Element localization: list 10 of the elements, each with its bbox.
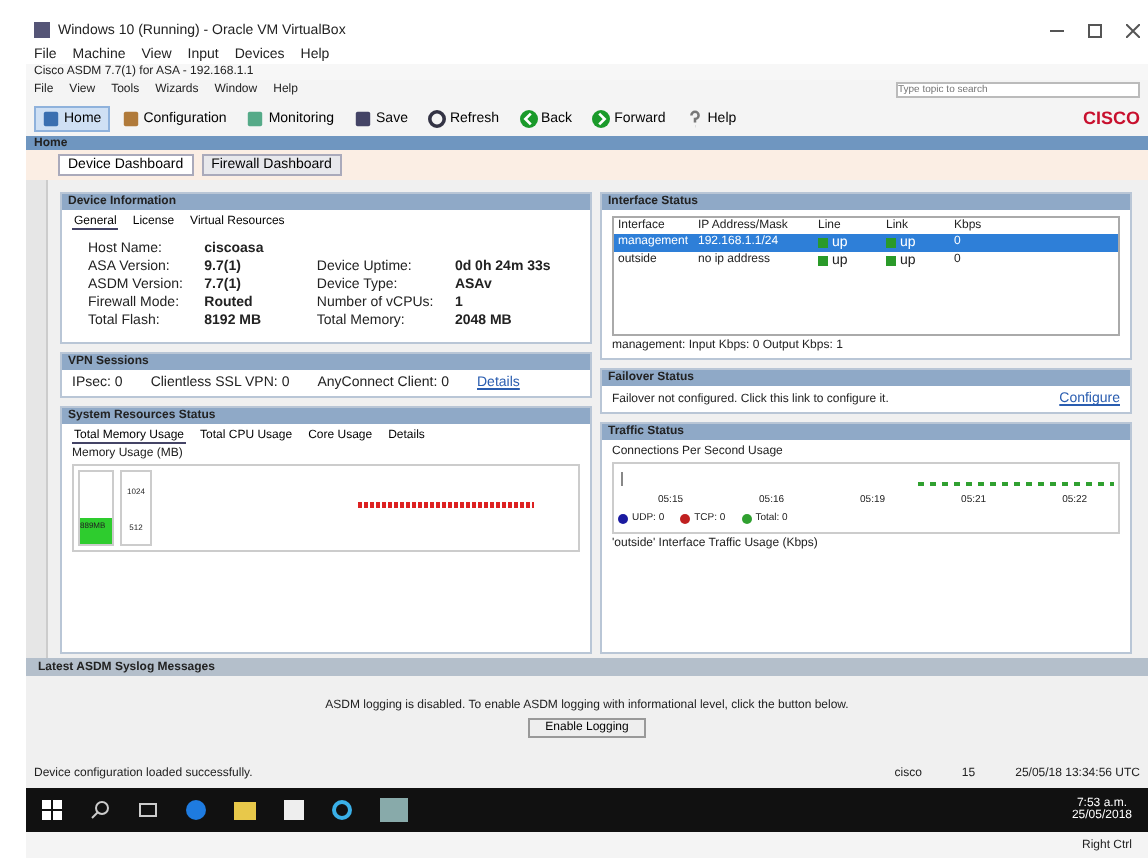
windows-icon[interactable] — [42, 800, 62, 820]
search-icon[interactable] — [90, 800, 110, 820]
forward-icon — [592, 109, 611, 127]
help-icon — [685, 109, 704, 127]
logo: CISCO — [1082, 108, 1140, 128]
back-icon — [519, 109, 537, 127]
close-icon[interactable] — [1126, 23, 1140, 37]
minimize-icon[interactable] — [1050, 29, 1064, 31]
maximize-icon[interactable] — [1088, 23, 1102, 37]
task-view-icon[interactable] — [138, 802, 158, 818]
